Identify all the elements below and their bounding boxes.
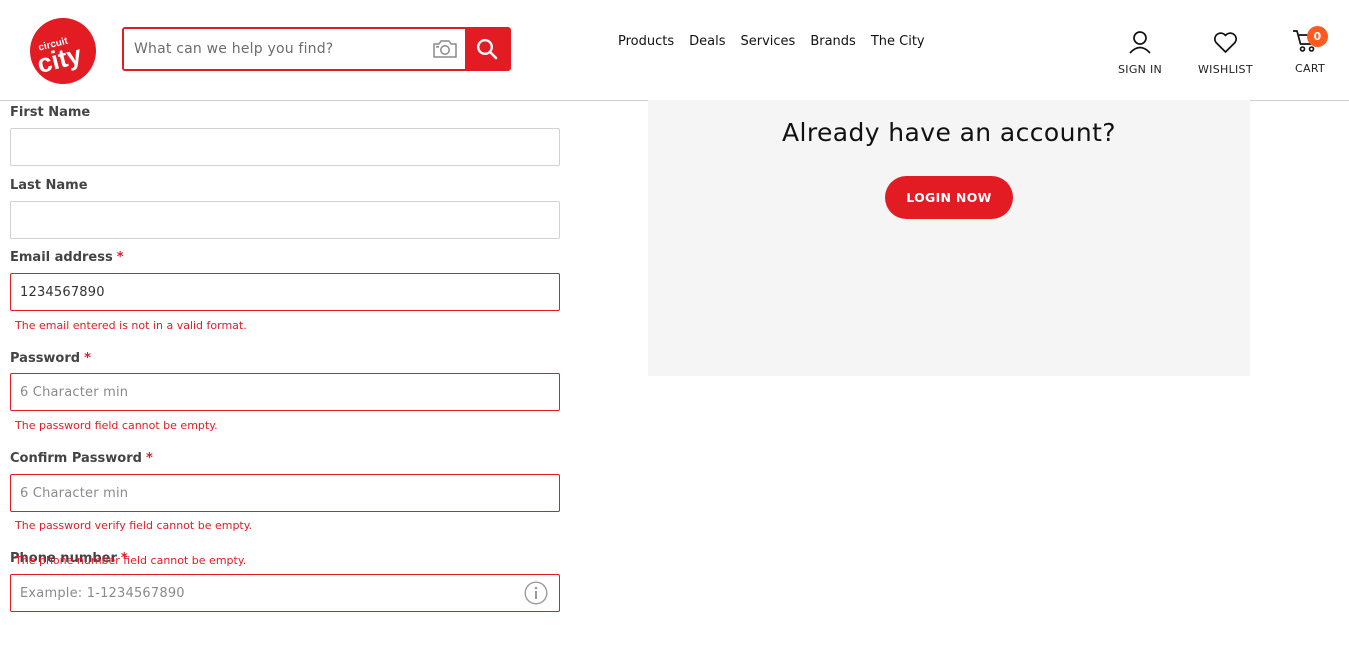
nav-item-the-city[interactable]: The City — [871, 34, 925, 49]
phone-error-message: The phone number field cannot be empty. — [15, 554, 247, 567]
password-field[interactable] — [10, 373, 560, 411]
confirm-password-label: Confirm Password * — [10, 451, 153, 466]
sign-in-link[interactable]: SIGN IN — [1118, 26, 1162, 76]
cart-icon: 0 — [1292, 26, 1328, 54]
login-panel-heading: Already have an account? — [782, 118, 1116, 147]
camera-icon[interactable] — [425, 29, 465, 69]
required-mark: * — [116, 250, 124, 265]
user-icon — [1128, 26, 1152, 54]
main-nav: Products Deals Services Brands The City — [618, 34, 925, 49]
logo-mark: circuit city — [30, 18, 96, 84]
email-label: Email address * — [10, 250, 124, 265]
last-name-label-text: Last Name — [10, 178, 88, 193]
email-field[interactable] — [10, 273, 560, 311]
password-error-message: The password field cannot be empty. — [15, 419, 218, 432]
confirm-password-field[interactable] — [10, 474, 560, 512]
cart-label: CART — [1295, 62, 1325, 75]
email-label-text: Email address — [10, 250, 113, 265]
password-label: Password * — [10, 351, 91, 366]
site-header: circuit city Products Deals Services Bra… — [0, 0, 1349, 101]
info-icon[interactable] — [524, 581, 548, 605]
email-error-message: The email entered is not in a valid form… — [15, 319, 247, 332]
first-name-label-text: First Name — [10, 105, 91, 120]
required-mark: * — [145, 451, 153, 466]
circuit-city-logo[interactable]: circuit city — [29, 17, 97, 85]
nav-item-brands[interactable]: Brands — [810, 34, 856, 49]
password-label-text: Password — [10, 351, 81, 366]
search-input[interactable] — [124, 29, 425, 69]
last-name-field[interactable] — [10, 201, 560, 239]
confirm-password-label-text: Confirm Password — [10, 451, 142, 466]
search-button[interactable] — [465, 29, 509, 69]
nav-item-services[interactable]: Services — [741, 34, 796, 49]
search-bar — [122, 27, 511, 71]
phone-field[interactable] — [10, 574, 560, 612]
nav-item-products[interactable]: Products — [618, 34, 674, 49]
last-name-label: Last Name — [10, 178, 88, 193]
wishlist-link[interactable]: WISHLIST — [1198, 26, 1253, 76]
magnifier-icon — [476, 38, 498, 60]
first-name-field[interactable] — [10, 128, 560, 166]
nav-item-deals[interactable]: Deals — [689, 34, 725, 49]
required-mark: * — [84, 351, 91, 366]
confirm-password-error-message: The password verify field cannot be empt… — [15, 519, 253, 532]
login-panel: Already have an account? LOGIN NOW — [648, 100, 1250, 376]
cart-count-badge: 0 — [1307, 26, 1328, 47]
cart-link[interactable]: 0 CART — [1292, 26, 1328, 75]
wishlist-label: WISHLIST — [1198, 63, 1253, 76]
first-name-label: First Name — [10, 105, 90, 120]
login-now-button[interactable]: LOGIN NOW — [885, 176, 1013, 219]
heart-icon — [1213, 26, 1238, 54]
sign-in-label: SIGN IN — [1118, 63, 1163, 76]
